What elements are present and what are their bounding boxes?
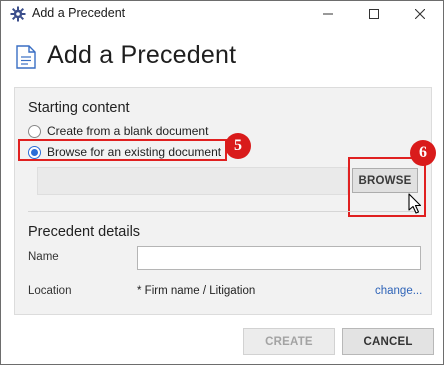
location-label: Location — [28, 285, 72, 297]
close-button[interactable] — [397, 1, 443, 27]
location-value: * Firm name / Litigation — [137, 285, 256, 297]
dialog-window: Add a Precedent Add a Precedent Starting… — [0, 0, 444, 365]
step-badge-5: 5 — [225, 133, 251, 159]
app-gear-icon — [10, 6, 26, 22]
mouse-cursor-icon — [408, 193, 422, 215]
change-location-link[interactable]: change... — [375, 285, 422, 297]
content-panel: Starting content Create from a blank doc… — [14, 87, 436, 315]
starting-content-heading: Starting content — [28, 100, 130, 116]
name-input[interactable] — [137, 246, 421, 270]
step-badge-6: 6 — [410, 140, 436, 166]
document-path-field[interactable] — [37, 167, 348, 195]
radio-unchecked[interactable] — [28, 124, 41, 138]
name-label: Name — [28, 251, 59, 263]
blank-document-option[interactable]: Create from a blank document — [28, 124, 208, 138]
browse-button[interactable]: BROWSE — [352, 168, 418, 193]
document-icon — [16, 45, 36, 69]
section-divider — [28, 211, 418, 212]
window-title: Add a Precedent — [32, 6, 126, 20]
callout-highlight-radio — [18, 139, 227, 161]
title-bar: Add a Precedent — [1, 1, 443, 27]
cancel-button[interactable]: CANCEL — [342, 328, 434, 355]
precedent-details-heading: Precedent details — [28, 224, 141, 240]
minimize-button[interactable] — [305, 1, 351, 27]
page-title: Add a Precedent — [47, 41, 237, 69]
create-button[interactable]: CREATE — [243, 328, 335, 355]
maximize-button[interactable] — [351, 1, 397, 27]
blank-document-label: Create from a blank document — [47, 124, 209, 138]
